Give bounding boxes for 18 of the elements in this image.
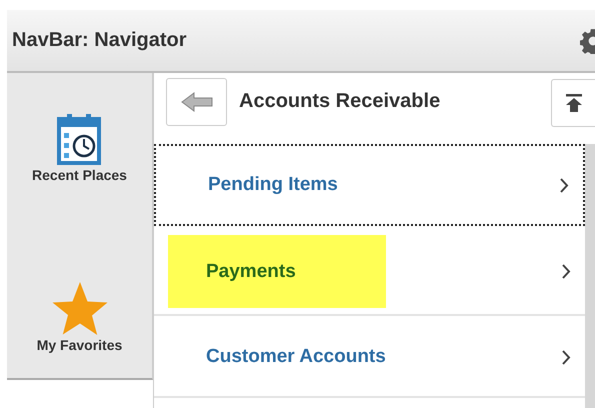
scroll-top-button[interactable]	[551, 78, 595, 126]
arrow-to-top-icon	[564, 92, 584, 112]
back-button[interactable]	[166, 78, 227, 126]
chevron-right-icon	[562, 350, 571, 364]
calendar-clock-icon	[56, 113, 102, 165]
chevron-right-icon	[560, 178, 569, 192]
sidebar-item[interactable]: Recent Places	[32, 167, 127, 183]
menu-item-label: Pending Items	[208, 173, 338, 197]
scrollbar[interactable]	[585, 144, 595, 408]
menu-item-label: Customer Accounts	[206, 345, 386, 369]
panel-title: Accounts Receivable	[239, 90, 440, 113]
chevron-right-icon	[562, 264, 571, 278]
sidebar-item[interactable]: My Favorites	[36, 337, 122, 353]
star-icon	[52, 281, 108, 335]
menu-item-label: Payments	[168, 234, 386, 308]
arrow-left-icon	[180, 92, 214, 112]
header-title: NavBar: Navigator	[12, 29, 187, 52]
menu-item[interactable]: Payments	[154, 226, 585, 316]
